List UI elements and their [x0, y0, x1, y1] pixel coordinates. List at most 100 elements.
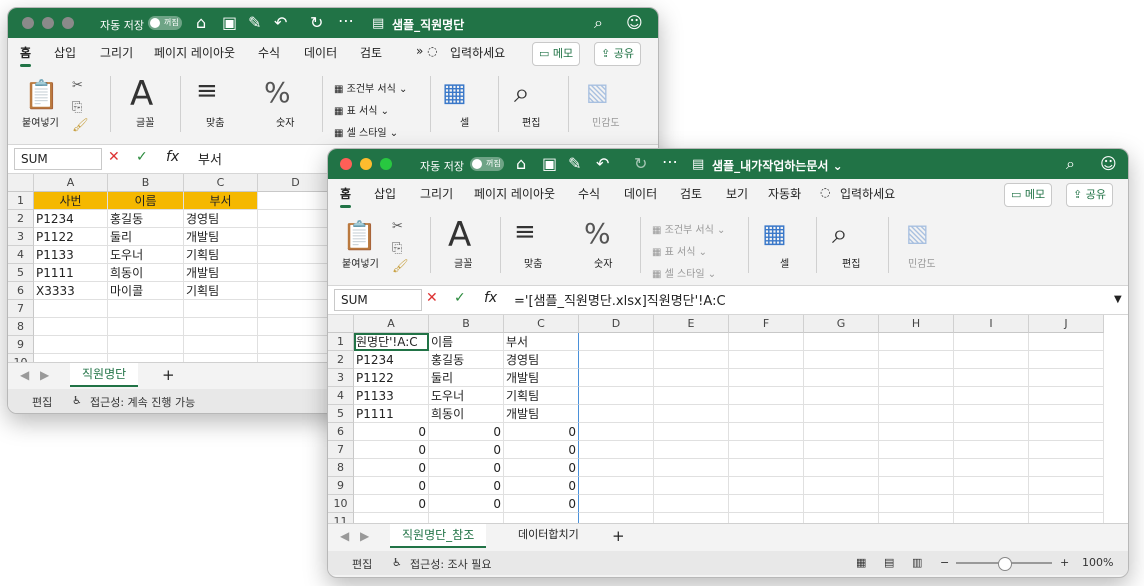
maximize-window-button[interactable] — [62, 17, 74, 29]
table-cell[interactable]: 0 — [504, 441, 579, 459]
cond-format-button[interactable]: ▦ 조건부 서식 ⌄ — [334, 80, 407, 95]
tab-formulas[interactable]: 수식 — [258, 44, 280, 61]
tab-data[interactable]: 데이터 — [304, 44, 337, 61]
table-cell[interactable] — [579, 405, 654, 423]
table-cell[interactable] — [579, 423, 654, 441]
format-painter-icon[interactable]: 🖌 — [392, 259, 409, 275]
tab-draw[interactable]: 그리기 — [100, 44, 133, 61]
table-cell[interactable]: 원명단'!A:C — [354, 333, 429, 351]
zoom-in-icon[interactable]: + — [1060, 556, 1069, 569]
account-icon[interactable]: ☺ — [626, 15, 643, 31]
table-cell[interactable] — [258, 264, 334, 282]
front-sheet-grid[interactable]: A B C D E F G H I J 1 원명단'!A:C 이름 부서 2 P1234 홍길동 경영팀 3 P112… — [328, 315, 1128, 523]
edit-file-icon[interactable]: ✎ — [248, 15, 261, 31]
table-cell[interactable] — [954, 387, 1029, 405]
table-cell[interactable]: 도우너 — [429, 387, 504, 405]
table-cell[interactable] — [654, 513, 729, 523]
table-cell[interactable] — [579, 441, 654, 459]
table-cell[interactable]: 0 — [354, 441, 429, 459]
table-cell[interactable] — [954, 441, 1029, 459]
table-cell[interactable]: 0 — [429, 441, 504, 459]
table-cell[interactable] — [804, 369, 879, 387]
close-window-button[interactable] — [22, 17, 34, 29]
more-icon[interactable]: ⋯ — [662, 154, 678, 170]
table-cell[interactable] — [258, 210, 334, 228]
table-cell[interactable] — [579, 351, 654, 369]
table-cell[interactable] — [654, 459, 729, 477]
table-cell[interactable] — [729, 351, 804, 369]
tab-insert[interactable]: 삽입 — [374, 185, 396, 202]
tab-draw[interactable]: 그리기 — [420, 185, 453, 202]
align-icon[interactable]: ≡ — [196, 76, 218, 106]
table-cell[interactable] — [804, 441, 879, 459]
table-cell[interactable]: 경영팀 — [504, 351, 579, 369]
function-icon[interactable]: fx — [166, 149, 179, 165]
row-header[interactable]: 9 — [8, 336, 34, 354]
confirm-icon[interactable]: ✓ — [454, 290, 466, 306]
column-header[interactable]: D — [258, 174, 334, 192]
table-cell[interactable] — [34, 318, 108, 336]
table-cell[interactable] — [879, 495, 954, 513]
more-icon[interactable]: ⋯ — [338, 13, 354, 29]
table-cell[interactable] — [1029, 351, 1104, 369]
tell-me-input[interactable]: 입력하세요 — [840, 185, 895, 202]
edit-file-icon[interactable]: ✎ — [568, 156, 581, 172]
table-cell[interactable]: 개발팀 — [504, 405, 579, 423]
table-cell[interactable] — [258, 354, 334, 362]
table-cell[interactable] — [954, 477, 1029, 495]
row-header[interactable]: 4 — [328, 387, 354, 405]
table-cell[interactable]: 부서 — [184, 192, 258, 210]
table-cell[interactable] — [34, 354, 108, 362]
column-header[interactable]: A — [354, 315, 429, 333]
table-cell[interactable] — [579, 513, 654, 523]
table-cell[interactable] — [879, 513, 954, 523]
table-cell[interactable] — [654, 495, 729, 513]
table-cell[interactable]: X3333 — [34, 282, 108, 300]
zoom-level[interactable]: 100% — [1082, 556, 1113, 569]
table-cell[interactable]: 희동이 — [108, 264, 184, 282]
table-cell[interactable] — [654, 477, 729, 495]
redo-icon[interactable]: ↻ — [310, 15, 323, 31]
row-header[interactable]: 9 — [328, 477, 354, 495]
zoom-out-icon[interactable]: − — [940, 556, 949, 569]
cell-style-button[interactable]: ▦ 셀 스타일 ⌄ — [334, 124, 398, 139]
copy-icon[interactable]: ⎘ — [72, 100, 82, 116]
sheet-next-icon[interactable]: ▶ — [360, 529, 369, 543]
table-cell[interactable] — [108, 354, 184, 362]
redo-icon[interactable]: ↻ — [634, 156, 647, 172]
align-icon[interactable]: ≡ — [514, 217, 536, 247]
sensitivity-icon[interactable]: ▧ — [586, 78, 609, 106]
undo-icon[interactable]: ↶ — [274, 15, 287, 31]
table-cell[interactable] — [1029, 441, 1104, 459]
table-cell[interactable] — [954, 333, 1029, 351]
copy-icon[interactable]: ⎘ — [392, 241, 402, 257]
table-cell[interactable]: 0 — [354, 459, 429, 477]
tab-review[interactable]: 검토 — [360, 44, 382, 61]
row-header[interactable]: 6 — [8, 282, 34, 300]
table-cell[interactable]: 경영팀 — [184, 210, 258, 228]
row-header[interactable]: 2 — [328, 351, 354, 369]
table-cell[interactable] — [654, 387, 729, 405]
cells-icon[interactable]: ▦ — [442, 78, 467, 108]
search-icon[interactable]: ⌕ — [594, 15, 603, 31]
column-header[interactable]: G — [804, 315, 879, 333]
page-break-view-icon[interactable]: ▥ — [912, 556, 922, 569]
table-cell[interactable] — [729, 495, 804, 513]
table-cell[interactable] — [258, 300, 334, 318]
home-icon[interactable]: ⌂ — [196, 15, 206, 31]
minimize-window-button[interactable] — [42, 17, 54, 29]
row-header[interactable]: 5 — [328, 405, 354, 423]
row-header[interactable]: 1 — [328, 333, 354, 351]
cancel-icon[interactable]: ✕ — [426, 290, 438, 306]
confirm-icon[interactable]: ✓ — [136, 149, 148, 165]
table-cell[interactable] — [804, 405, 879, 423]
find-icon[interactable]: ⌕ — [514, 76, 530, 110]
table-cell[interactable] — [184, 336, 258, 354]
cut-icon[interactable]: ✂ — [392, 219, 403, 235]
row-header[interactable]: 7 — [328, 441, 354, 459]
row-header[interactable]: 10 — [328, 495, 354, 513]
table-cell[interactable]: 0 — [504, 495, 579, 513]
table-cell[interactable] — [258, 318, 334, 336]
table-cell[interactable] — [429, 513, 504, 523]
table-cell[interactable] — [579, 495, 654, 513]
